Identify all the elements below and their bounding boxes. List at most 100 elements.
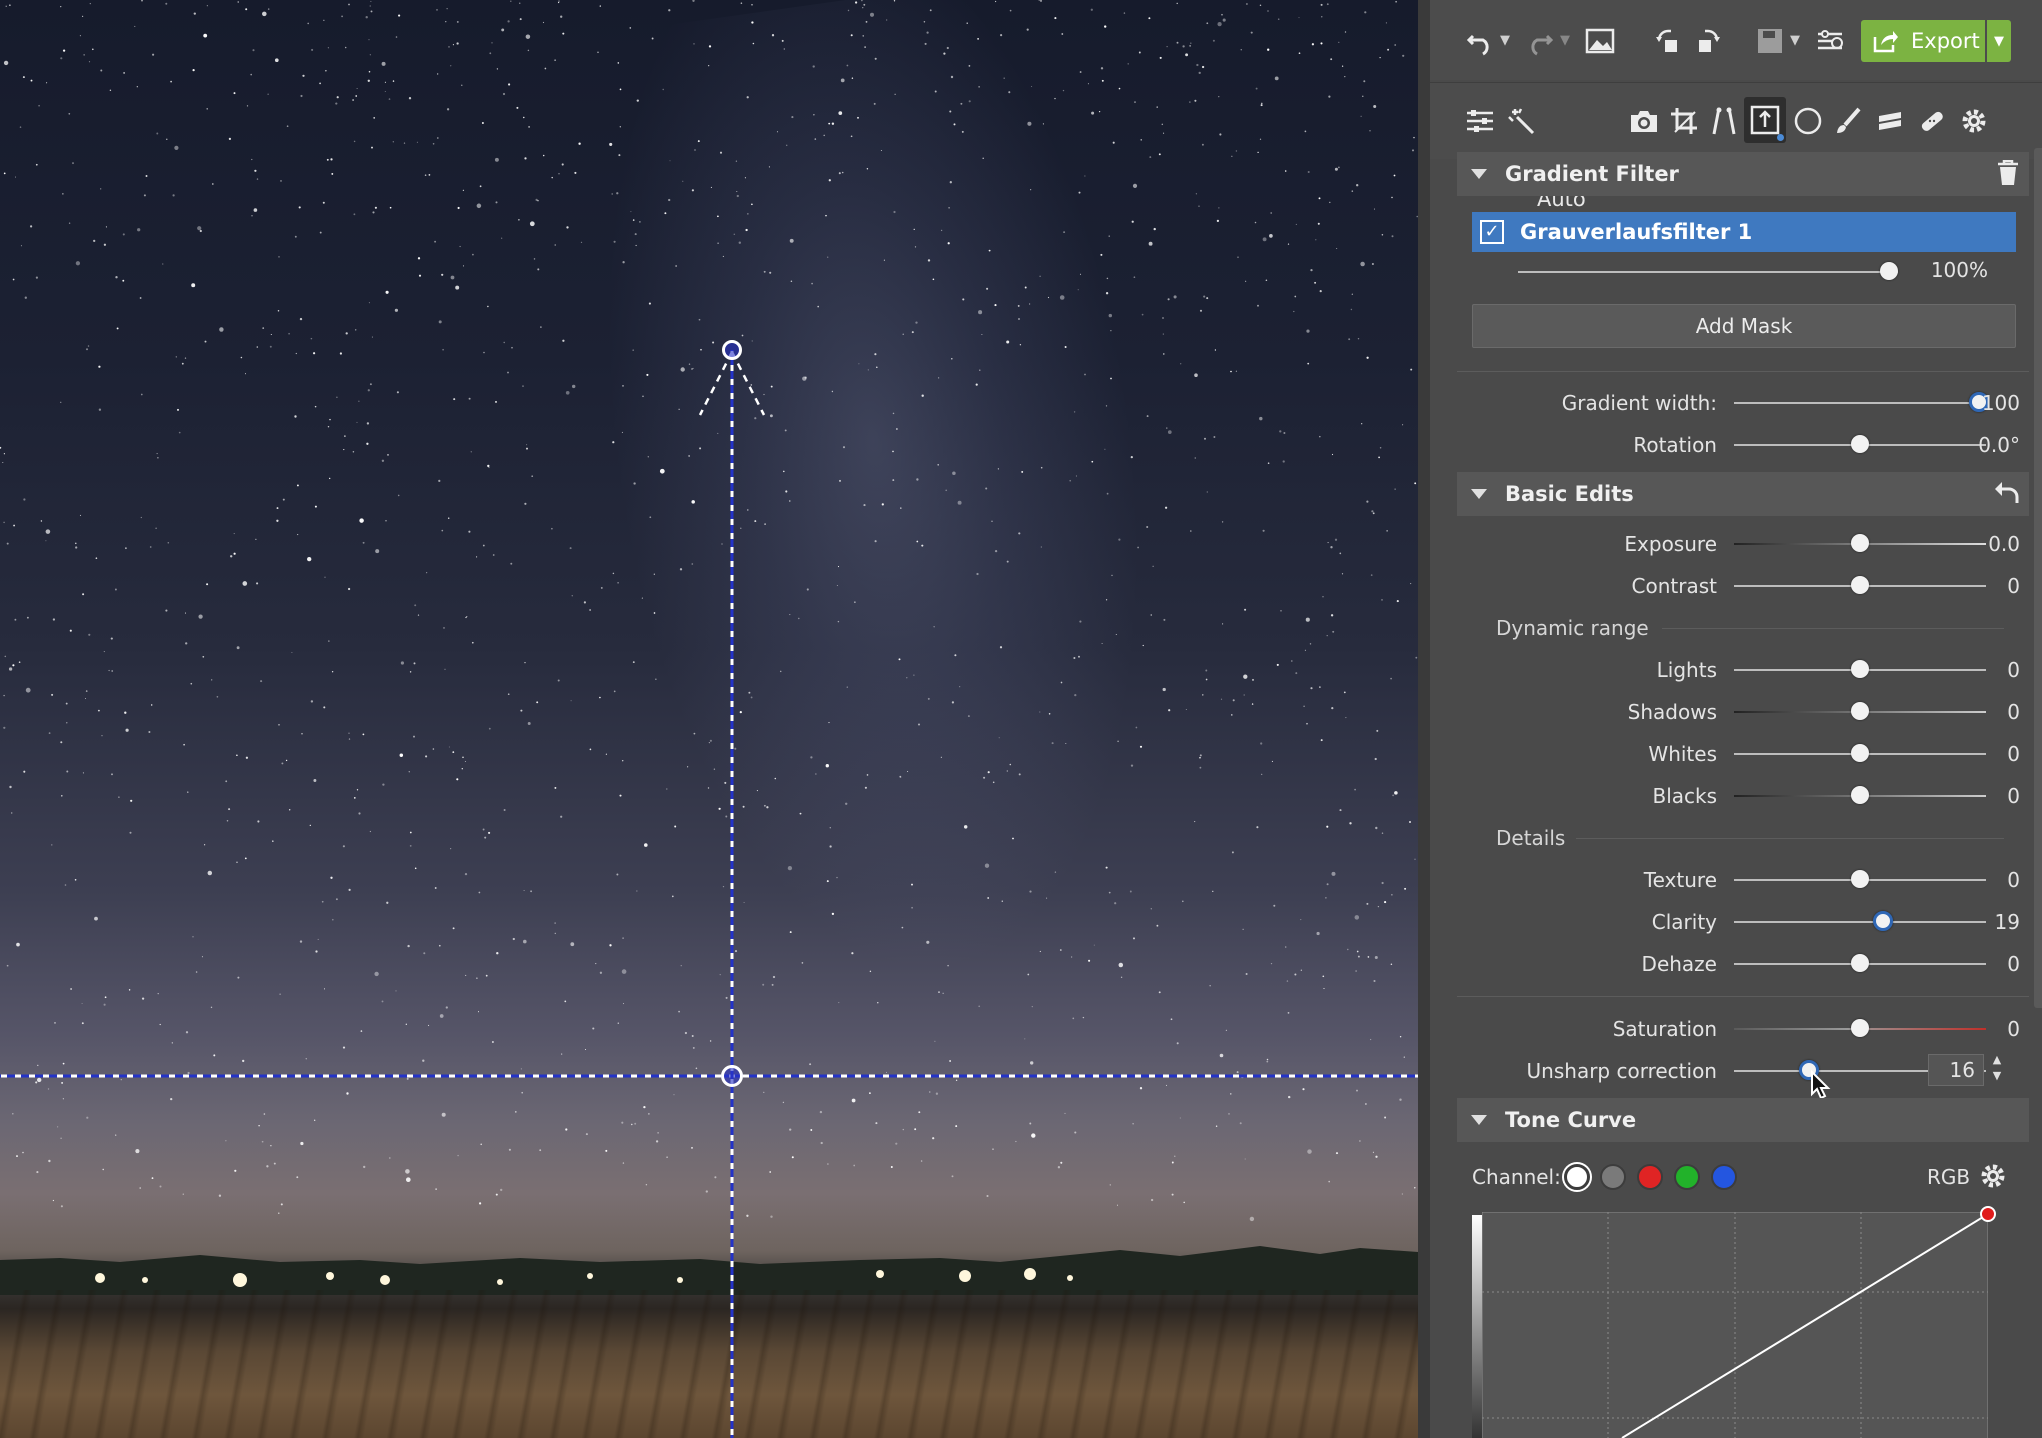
camera-icon[interactable] xyxy=(1626,101,1662,141)
edit-panel: ▼ ▼ ▼ Export ▼ Auto Gradient Filter ✓ Gr… xyxy=(1418,0,2042,1438)
filter-name: Grauverlaufsfilter 1 xyxy=(1520,220,1753,244)
export-button[interactable]: Export xyxy=(1861,20,1985,62)
panel-scrollbar[interactable] xyxy=(2034,148,2042,1008)
save-icon[interactable] xyxy=(1752,20,1788,62)
unsharp-label: Unsharp correction xyxy=(1526,1059,1717,1083)
unsharp-value: 16 xyxy=(1949,1058,1975,1082)
tone-curve-graph[interactable] xyxy=(1481,1206,1996,1438)
texture-label: Texture xyxy=(1643,868,1717,892)
divider xyxy=(1457,996,2029,997)
exposure-value: 0.0 xyxy=(1988,532,2020,556)
gradient-top-handle[interactable] xyxy=(722,340,742,360)
settings-sliders-icon[interactable] xyxy=(1812,20,1848,62)
gradient-filter-tool-icon[interactable] xyxy=(1744,97,1786,143)
image-icon[interactable] xyxy=(1582,20,1618,62)
trash-icon[interactable] xyxy=(1997,159,2019,192)
undo-icon[interactable] xyxy=(1462,20,1498,62)
curve-settings-gear-icon[interactable] xyxy=(1978,1161,2008,1195)
dehaze-value: 0 xyxy=(2007,952,2020,976)
export-label: Export xyxy=(1911,29,1980,53)
opacity-slider[interactable] xyxy=(1518,271,1898,273)
section-title: Tone Curve xyxy=(1505,1108,1637,1132)
adjustments-icon[interactable] xyxy=(1462,101,1498,141)
star-field xyxy=(0,0,1418,1222)
magic-wand-icon[interactable] xyxy=(1504,101,1538,141)
radial-filter-icon[interactable] xyxy=(1790,101,1826,141)
filter-list-item[interactable]: ✓ Grauverlaufsfilter 1 xyxy=(1472,212,2016,252)
contrast-thumb[interactable] xyxy=(1851,576,1869,594)
channel-red[interactable] xyxy=(1637,1164,1663,1190)
unsharp-spinner[interactable]: ▲ ▼ xyxy=(1988,1052,2006,1088)
undo-history-caret[interactable]: ▼ xyxy=(1500,33,1510,48)
contrast-value: 0 xyxy=(2007,574,2020,598)
treeline xyxy=(0,1246,1418,1295)
blacks-value: 0 xyxy=(2007,784,2020,808)
channel-green[interactable] xyxy=(1674,1164,1700,1190)
lights-thumb[interactable] xyxy=(1851,660,1869,678)
blacks-thumb[interactable] xyxy=(1851,786,1869,804)
shadows-thumb[interactable] xyxy=(1851,702,1869,720)
basic-edits-header[interactable]: Basic Edits xyxy=(1457,472,2029,516)
add-mask-button[interactable]: Add Mask xyxy=(1472,304,2016,348)
collapse-triangle-icon[interactable] xyxy=(1471,1115,1487,1125)
gradient-width-label: Gradient width: xyxy=(1561,391,1717,415)
photo-canvas[interactable] xyxy=(0,0,1418,1438)
divider xyxy=(1576,838,2004,839)
perspective-icon[interactable] xyxy=(1706,101,1742,141)
tone-curve-plot xyxy=(1481,1211,1989,1438)
divider xyxy=(1662,628,2004,629)
redo-icon[interactable] xyxy=(1522,20,1558,62)
channel-blue[interactable] xyxy=(1711,1164,1737,1190)
rotate-right-icon[interactable] xyxy=(1690,20,1726,62)
lights-label: Lights xyxy=(1656,658,1717,682)
clarity-label: Clarity xyxy=(1651,910,1717,934)
dehaze-thumb[interactable] xyxy=(1851,954,1869,972)
section-title: Basic Edits xyxy=(1505,482,1634,506)
opacity-value: 100% xyxy=(1930,258,1988,282)
filter-enabled-checkbox[interactable]: ✓ xyxy=(1480,220,1504,244)
tone-curve-header[interactable]: Tone Curve xyxy=(1457,1098,2029,1142)
healing-patch-icon[interactable] xyxy=(1914,101,1950,141)
channel-label: Channel: xyxy=(1472,1165,1561,1189)
gradient-center-handle[interactable] xyxy=(721,1065,743,1087)
gradient-filter-header[interactable]: Gradient Filter xyxy=(1457,152,2029,196)
rotate-left-icon[interactable] xyxy=(1650,20,1686,62)
contrast-label: Contrast xyxy=(1631,574,1717,598)
shadows-label: Shadows xyxy=(1627,700,1717,724)
rotation-thumb[interactable] xyxy=(1851,435,1869,453)
whites-value: 0 xyxy=(2007,742,2020,766)
lights-value: 0 xyxy=(2007,658,2020,682)
mouse-cursor-icon xyxy=(1811,1070,1831,1100)
texture-value: 0 xyxy=(2007,868,2020,892)
saturation-label: Saturation xyxy=(1612,1017,1717,1041)
crop-icon[interactable] xyxy=(1666,101,1702,141)
texture-thumb[interactable] xyxy=(1851,870,1869,888)
curve-endpoint-handle[interactable] xyxy=(1980,1206,1996,1222)
dehaze-label: Dehaze xyxy=(1641,952,1717,976)
clarity-thumb[interactable] xyxy=(1873,911,1893,931)
redo-history-caret[interactable]: ▼ xyxy=(1560,33,1570,48)
wheat-field xyxy=(0,1290,1418,1438)
saturation-thumb[interactable] xyxy=(1851,1019,1869,1037)
channel-white[interactable] xyxy=(1564,1164,1590,1190)
whites-thumb[interactable] xyxy=(1851,744,1869,762)
brush-icon[interactable] xyxy=(1830,101,1866,141)
unsharp-value-input[interactable]: 16 xyxy=(1928,1054,1984,1086)
divider xyxy=(1457,371,2029,372)
eraser-icon[interactable] xyxy=(1872,101,1908,141)
export-dropdown-caret[interactable]: ▼ xyxy=(1987,20,2011,62)
app-window: ▼ ▼ ▼ Export ▼ Auto Gradient Filter ✓ Gr… xyxy=(0,0,2042,1438)
tool-tabs: Auto xyxy=(1430,82,2042,211)
collapse-triangle-icon[interactable] xyxy=(1471,489,1487,499)
reset-arrow-icon[interactable] xyxy=(1993,480,2019,510)
gear-icon[interactable] xyxy=(1956,101,1992,141)
rotation-value: 0.0° xyxy=(1978,433,2020,457)
opacity-slider-thumb[interactable] xyxy=(1880,262,1898,280)
save-caret[interactable]: ▼ xyxy=(1790,33,1800,48)
curve-input-gradient xyxy=(1472,1215,1482,1438)
channel-gray[interactable] xyxy=(1600,1164,1626,1190)
main-toolbar: ▼ ▼ ▼ Export ▼ xyxy=(1430,0,2042,80)
exposure-label: Exposure xyxy=(1624,532,1717,556)
collapse-triangle-icon[interactable] xyxy=(1471,169,1487,179)
exposure-thumb[interactable] xyxy=(1851,534,1869,552)
